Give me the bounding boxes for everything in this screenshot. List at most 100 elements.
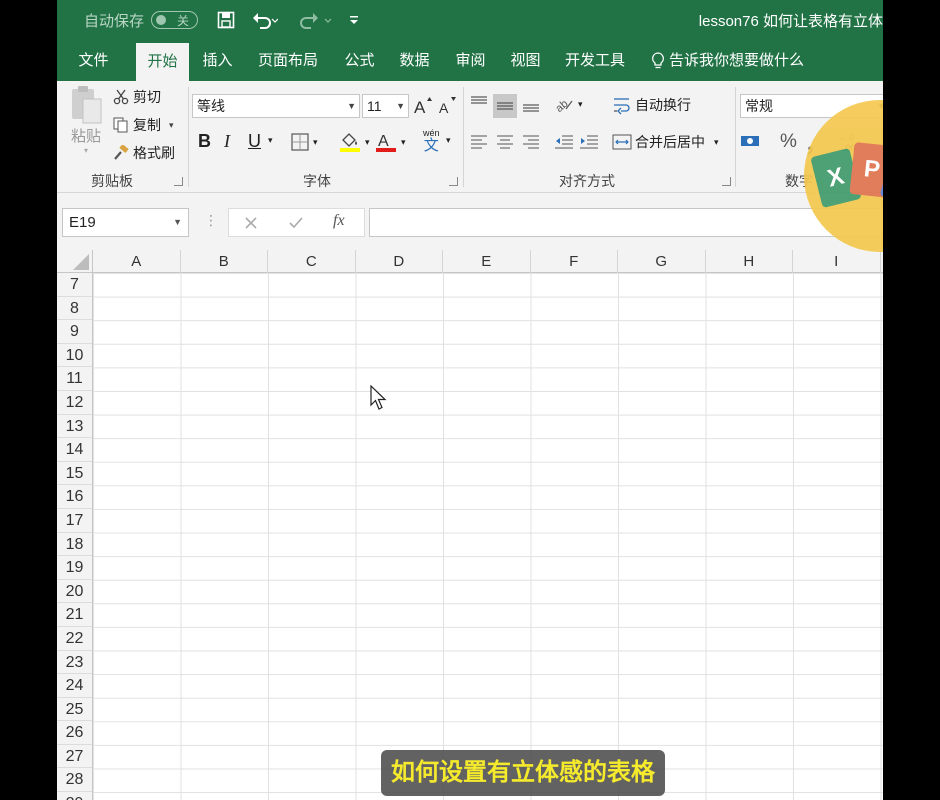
enter-check-icon[interactable] xyxy=(288,216,304,230)
clipboard-dialog-launcher[interactable] xyxy=(174,177,183,186)
cancel-icon[interactable] xyxy=(244,216,258,230)
font-size-dropdown-arrow: ▼ xyxy=(396,101,405,111)
row-header-29[interactable]: 29 xyxy=(57,792,92,800)
paste-button[interactable]: 粘贴 ▾ xyxy=(67,85,105,155)
formula-input[interactable] xyxy=(369,208,883,237)
fill-color-button[interactable]: ▾ xyxy=(339,131,370,153)
increase-font-size-button[interactable]: A xyxy=(413,95,433,115)
column-header-b[interactable]: B xyxy=(181,250,268,273)
column-header-i[interactable]: I xyxy=(793,250,881,273)
font-dialog-launcher[interactable] xyxy=(449,177,458,186)
undo-icon[interactable] xyxy=(252,0,278,40)
row-header-16[interactable]: 16 xyxy=(57,485,92,509)
merge-center-button[interactable]: 合并后居中 ▾ xyxy=(612,132,719,152)
tab-data[interactable]: 数据 xyxy=(392,40,437,81)
format-painter-button[interactable]: 格式刷 xyxy=(113,143,175,163)
orientation-button[interactable]: ab ▾ xyxy=(554,95,583,113)
name-box[interactable]: E19 ▼ xyxy=(62,208,189,237)
align-center-button[interactable] xyxy=(494,132,516,152)
tab-developer[interactable]: 开发工具 xyxy=(559,40,631,81)
bold-button[interactable]: B xyxy=(198,131,211,152)
increase-indent-button[interactable] xyxy=(578,132,600,152)
row-header-18[interactable]: 18 xyxy=(57,533,92,557)
decrease-font-size-button[interactable]: A xyxy=(438,95,458,115)
tab-home[interactable]: 开始 xyxy=(136,43,189,81)
clipboard-group-label: 剪贴板 xyxy=(91,173,133,189)
tab-file[interactable]: 文件 xyxy=(71,40,116,81)
paint-bucket-icon xyxy=(340,133,360,152)
phonetic-button[interactable]: wén 文 xyxy=(423,129,440,154)
align-left-button[interactable] xyxy=(468,132,490,152)
cut-button[interactable]: 剪切 xyxy=(113,87,161,107)
cell-area[interactable] xyxy=(93,273,883,800)
row-header-13[interactable]: 13 xyxy=(57,415,92,439)
row-header-27[interactable]: 27 xyxy=(57,745,92,769)
row-header-7[interactable]: 7 xyxy=(57,273,92,297)
svg-text:A: A xyxy=(378,133,389,150)
row-header-24[interactable]: 24 xyxy=(57,674,92,698)
tab-view[interactable]: 视图 xyxy=(503,40,548,81)
font-color-button[interactable]: A ▾ xyxy=(375,131,406,153)
svg-text:A: A xyxy=(414,98,426,115)
copy-dropdown-arrow[interactable]: ▾ xyxy=(169,120,174,131)
row-header-9[interactable]: 9 xyxy=(57,320,92,344)
column-header-e[interactable]: E xyxy=(443,250,531,273)
font-name-combo[interactable]: 等线 ▼ xyxy=(192,94,360,118)
autosave-toggle[interactable]: 关 xyxy=(151,11,198,29)
insert-function-button[interactable]: fx xyxy=(333,212,345,230)
row-header-23[interactable]: 23 xyxy=(57,651,92,675)
save-icon[interactable] xyxy=(217,0,235,40)
row-header-14[interactable]: 14 xyxy=(57,438,92,462)
row-header-25[interactable]: 25 xyxy=(57,698,92,722)
tab-formulas[interactable]: 公式 xyxy=(337,40,382,81)
borders-button[interactable]: ▾ xyxy=(291,133,318,151)
customize-toolbar-icon[interactable] xyxy=(349,0,359,40)
wrap-text-button[interactable]: 自动换行 xyxy=(612,95,691,115)
column-header-f[interactable]: F xyxy=(531,250,618,273)
column-header-g[interactable]: G xyxy=(618,250,706,273)
column-header-c[interactable]: C xyxy=(268,250,356,273)
tab-review[interactable]: 审阅 xyxy=(448,40,493,81)
align-right-button[interactable] xyxy=(520,132,542,152)
row-header-26[interactable]: 26 xyxy=(57,721,92,745)
row-headers: 7 8 9 10 11 12 13 14 15 16 17 18 19 20 21 22 23 24 25 26 27 2… xyxy=(57,273,93,800)
wrap-text-icon xyxy=(614,98,630,115)
percent-button[interactable]: % xyxy=(780,131,797,153)
phonetic-dropdown-arrow[interactable]: ▾ xyxy=(446,135,451,146)
column-header-h[interactable]: H xyxy=(706,250,793,273)
tell-me-box[interactable]: 告诉我你想要做什么 xyxy=(651,40,811,81)
row-header-11[interactable]: 11 xyxy=(57,367,92,391)
copy-button[interactable]: 复制 ▾ xyxy=(113,115,174,135)
align-top-button[interactable] xyxy=(468,93,490,115)
column-header-a[interactable]: A xyxy=(93,250,181,273)
font-size-combo[interactable]: 11 ▼ xyxy=(362,94,409,118)
currency-format-button[interactable] xyxy=(740,133,762,149)
row-header-8[interactable]: 8 xyxy=(57,297,92,321)
tab-insert[interactable]: 插入 xyxy=(195,40,240,81)
row-header-10[interactable]: 10 xyxy=(57,344,92,368)
group-separator xyxy=(463,87,464,187)
group-separator xyxy=(735,87,736,187)
tab-page-layout[interactable]: 页面布局 xyxy=(253,40,323,81)
align-center-icon xyxy=(497,135,513,149)
row-header-28[interactable]: 28 xyxy=(57,768,92,793)
column-header-d[interactable]: D xyxy=(356,250,443,273)
row-header-22[interactable]: 22 xyxy=(57,627,92,651)
align-bottom-icon xyxy=(523,104,539,112)
row-header-12[interactable]: 12 xyxy=(57,391,92,415)
row-header-21[interactable]: 21 xyxy=(57,603,92,627)
row-header-20[interactable]: 20 xyxy=(57,580,92,604)
italic-button[interactable]: I xyxy=(224,131,230,152)
decrease-indent-button[interactable] xyxy=(553,132,575,152)
row-header-19[interactable]: 19 xyxy=(57,556,92,580)
align-bottom-button[interactable] xyxy=(520,93,542,115)
alignment-dialog-launcher[interactable] xyxy=(722,177,731,186)
row-header-17[interactable]: 17 xyxy=(57,509,92,533)
align-middle-button[interactable] xyxy=(493,94,517,118)
formula-bar-grip-icon: ⋮ xyxy=(204,212,218,228)
row-header-15[interactable]: 15 xyxy=(57,462,92,486)
select-all-corner[interactable] xyxy=(57,250,93,273)
underline-button[interactable]: U xyxy=(248,131,261,152)
underline-dropdown-arrow[interactable]: ▾ xyxy=(268,135,273,146)
redo-icon[interactable] xyxy=(297,0,333,40)
